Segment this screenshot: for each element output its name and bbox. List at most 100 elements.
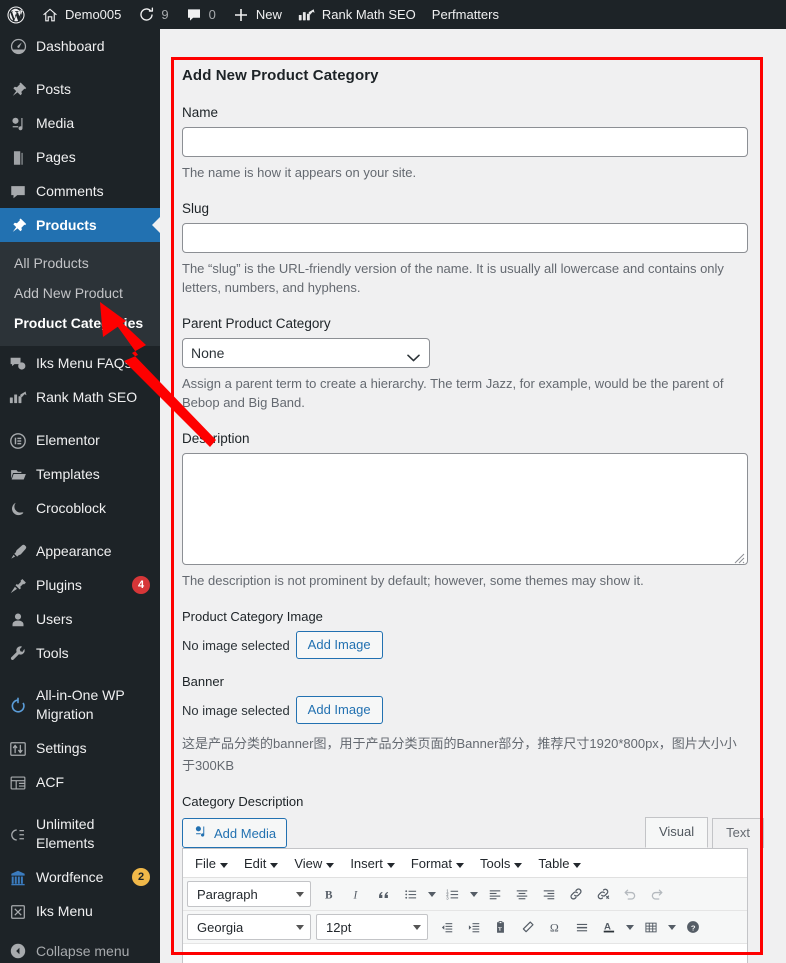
menu-file[interactable]: File bbox=[187, 853, 236, 874]
decrease-indent-icon[interactable] bbox=[433, 914, 460, 940]
menu-edit[interactable]: Edit bbox=[236, 853, 286, 874]
sidebar-item-all-in-one-wp-migration[interactable]: All-in-One WP Migration bbox=[0, 679, 160, 731]
category-description-editor: Category Description Add Media Visual Te… bbox=[182, 793, 764, 963]
menu-format[interactable]: Format bbox=[403, 853, 472, 874]
faq-bubbles-icon bbox=[0, 354, 36, 373]
table-icon[interactable] bbox=[637, 914, 664, 940]
sidebar-item-appearance[interactable]: Appearance bbox=[0, 534, 160, 568]
wrench-icon bbox=[0, 644, 36, 663]
sidebar-item-settings[interactable]: Settings bbox=[0, 731, 160, 765]
sidebar-submenu-products: All Products Add New Product Product Cat… bbox=[0, 242, 160, 346]
sidebar-item-all-products[interactable]: All Products bbox=[0, 248, 160, 278]
align-center-icon[interactable] bbox=[508, 881, 535, 907]
banner-status: No image selected bbox=[182, 702, 290, 718]
acf-grid-icon bbox=[0, 773, 36, 792]
sidebar-item-posts[interactable]: Posts bbox=[0, 72, 160, 106]
bold-icon[interactable]: B bbox=[316, 881, 343, 907]
horizontal-rule-icon[interactable] bbox=[568, 914, 595, 940]
blockquote-icon[interactable] bbox=[370, 881, 397, 907]
numbered-list-icon[interactable]: 123 bbox=[439, 881, 466, 907]
collapse-menu-button[interactable]: Collapse menu bbox=[0, 934, 160, 963]
crocoblock-moon-icon bbox=[0, 499, 36, 518]
main-content: Add New Product Category Name The name i… bbox=[160, 29, 786, 963]
chevron-down-icon bbox=[413, 922, 421, 932]
sidebar-item-tools[interactable]: Tools bbox=[0, 636, 160, 670]
editor-content-area[interactable] bbox=[183, 944, 747, 963]
text-color-icon[interactable]: A bbox=[595, 914, 622, 940]
align-left-icon[interactable] bbox=[481, 881, 508, 907]
sidebar-item-iks-menu-faqs[interactable]: Iks Menu FAQs bbox=[0, 346, 160, 380]
italic-icon[interactable]: I bbox=[343, 881, 370, 907]
clear-formatting-icon[interactable] bbox=[514, 914, 541, 940]
adminbar-site-name[interactable]: Demo005 bbox=[33, 0, 129, 29]
sidebar-item-templates[interactable]: Templates bbox=[0, 457, 160, 491]
tab-visual[interactable]: Visual bbox=[644, 817, 709, 848]
add-media-button[interactable]: Add Media bbox=[182, 818, 288, 848]
menu-table[interactable]: Table bbox=[530, 853, 589, 874]
sidebar-item-unlimited-elements[interactable]: Unlimited Elements bbox=[0, 808, 160, 860]
adminbar-perfmatters[interactable]: Perfmatters bbox=[424, 0, 507, 29]
increase-indent-icon[interactable] bbox=[460, 914, 487, 940]
special-character-icon[interactable]: Ω bbox=[541, 914, 568, 940]
category-image-add-button[interactable]: Add Image bbox=[295, 631, 383, 659]
sidebar-separator bbox=[0, 525, 160, 534]
chevron-down-icon bbox=[219, 856, 228, 871]
sidebar-item-media[interactable]: Media bbox=[0, 106, 160, 140]
sidebar-item-pages[interactable]: Pages bbox=[0, 140, 160, 174]
slug-input[interactable] bbox=[182, 223, 748, 253]
category-description-label: Category Description bbox=[182, 794, 304, 809]
sidebar-item-crocoblock[interactable]: Crocoblock bbox=[0, 491, 160, 525]
sidebar-item-plugins[interactable]: Plugins 4 bbox=[0, 568, 160, 602]
sidebar-item-comments[interactable]: Comments bbox=[0, 174, 160, 208]
table-caret-icon[interactable] bbox=[664, 914, 679, 940]
admin-sidebar: Dashboard Posts Media Pages Comments Pro… bbox=[0, 29, 160, 963]
bullet-list-caret-icon[interactable] bbox=[424, 881, 439, 907]
sidebar-item-dashboard[interactable]: Dashboard bbox=[0, 29, 160, 63]
numbered-list-caret-icon[interactable] bbox=[466, 881, 481, 907]
sidebar-item-wordfence[interactable]: Wordfence 2 bbox=[0, 860, 160, 894]
tab-text[interactable]: Text bbox=[712, 818, 764, 848]
undo-icon[interactable] bbox=[616, 881, 643, 907]
menu-tools[interactable]: Tools bbox=[472, 853, 530, 874]
menu-insert[interactable]: Insert bbox=[342, 853, 403, 874]
adminbar-comments[interactable]: 0 bbox=[177, 0, 224, 29]
sidebar-item-elementor[interactable]: Elementor bbox=[0, 423, 160, 457]
sidebar-item-acf[interactable]: ACF bbox=[0, 765, 160, 799]
format-select[interactable]: Paragraph bbox=[187, 881, 311, 907]
adminbar-new-content[interactable]: New bbox=[224, 0, 290, 29]
redo-icon[interactable] bbox=[643, 881, 670, 907]
menu-view[interactable]: View bbox=[286, 853, 342, 874]
parent-category-select[interactable]: None bbox=[182, 338, 430, 368]
font-size-select[interactable]: 12pt bbox=[316, 914, 428, 940]
sidebar-plugins-badge: 4 bbox=[132, 576, 150, 594]
link-icon[interactable] bbox=[562, 881, 589, 907]
sidebar-item-rank-math-seo[interactable]: Rank Math SEO bbox=[0, 380, 160, 414]
font-family-select[interactable]: Georgia bbox=[187, 914, 311, 940]
pages-icon bbox=[0, 148, 36, 167]
bullet-list-icon[interactable] bbox=[397, 881, 424, 907]
paintbrush-icon bbox=[0, 542, 36, 561]
name-help: The name is how it appears on your site. bbox=[182, 165, 417, 180]
sidebar-separator bbox=[0, 670, 160, 679]
sidebar-item-add-new-product[interactable]: Add New Product bbox=[0, 278, 160, 308]
chevron-down-icon bbox=[456, 856, 464, 871]
sidebar-item-iks-menu[interactable]: Iks Menu bbox=[0, 894, 160, 928]
sidebar-item-products[interactable]: Products bbox=[0, 208, 160, 242]
name-input[interactable] bbox=[182, 127, 748, 157]
adminbar-updates[interactable]: 9 bbox=[129, 0, 176, 29]
unlink-icon[interactable] bbox=[589, 881, 616, 907]
sidebar-item-users[interactable]: Users bbox=[0, 602, 160, 636]
tinymce-container: File Edit View Insert Format Tools Table… bbox=[182, 848, 748, 963]
paste-as-text-icon[interactable]: T bbox=[487, 914, 514, 940]
sidebar-item-label: Iks Menu bbox=[36, 902, 93, 919]
folder-icon bbox=[0, 465, 36, 484]
adminbar-wordpress-logo[interactable] bbox=[0, 0, 33, 29]
description-textarea[interactable] bbox=[182, 453, 748, 565]
comment-bubble-icon bbox=[185, 6, 203, 24]
adminbar-rank-math-seo[interactable]: Rank Math SEO bbox=[290, 0, 424, 29]
banner-add-button[interactable]: Add Image bbox=[295, 696, 383, 724]
sidebar-item-product-categories[interactable]: Product Categories bbox=[0, 308, 160, 338]
help-icon[interactable]: ? bbox=[679, 914, 706, 940]
text-color-caret-icon[interactable] bbox=[622, 914, 637, 940]
align-right-icon[interactable] bbox=[535, 881, 562, 907]
